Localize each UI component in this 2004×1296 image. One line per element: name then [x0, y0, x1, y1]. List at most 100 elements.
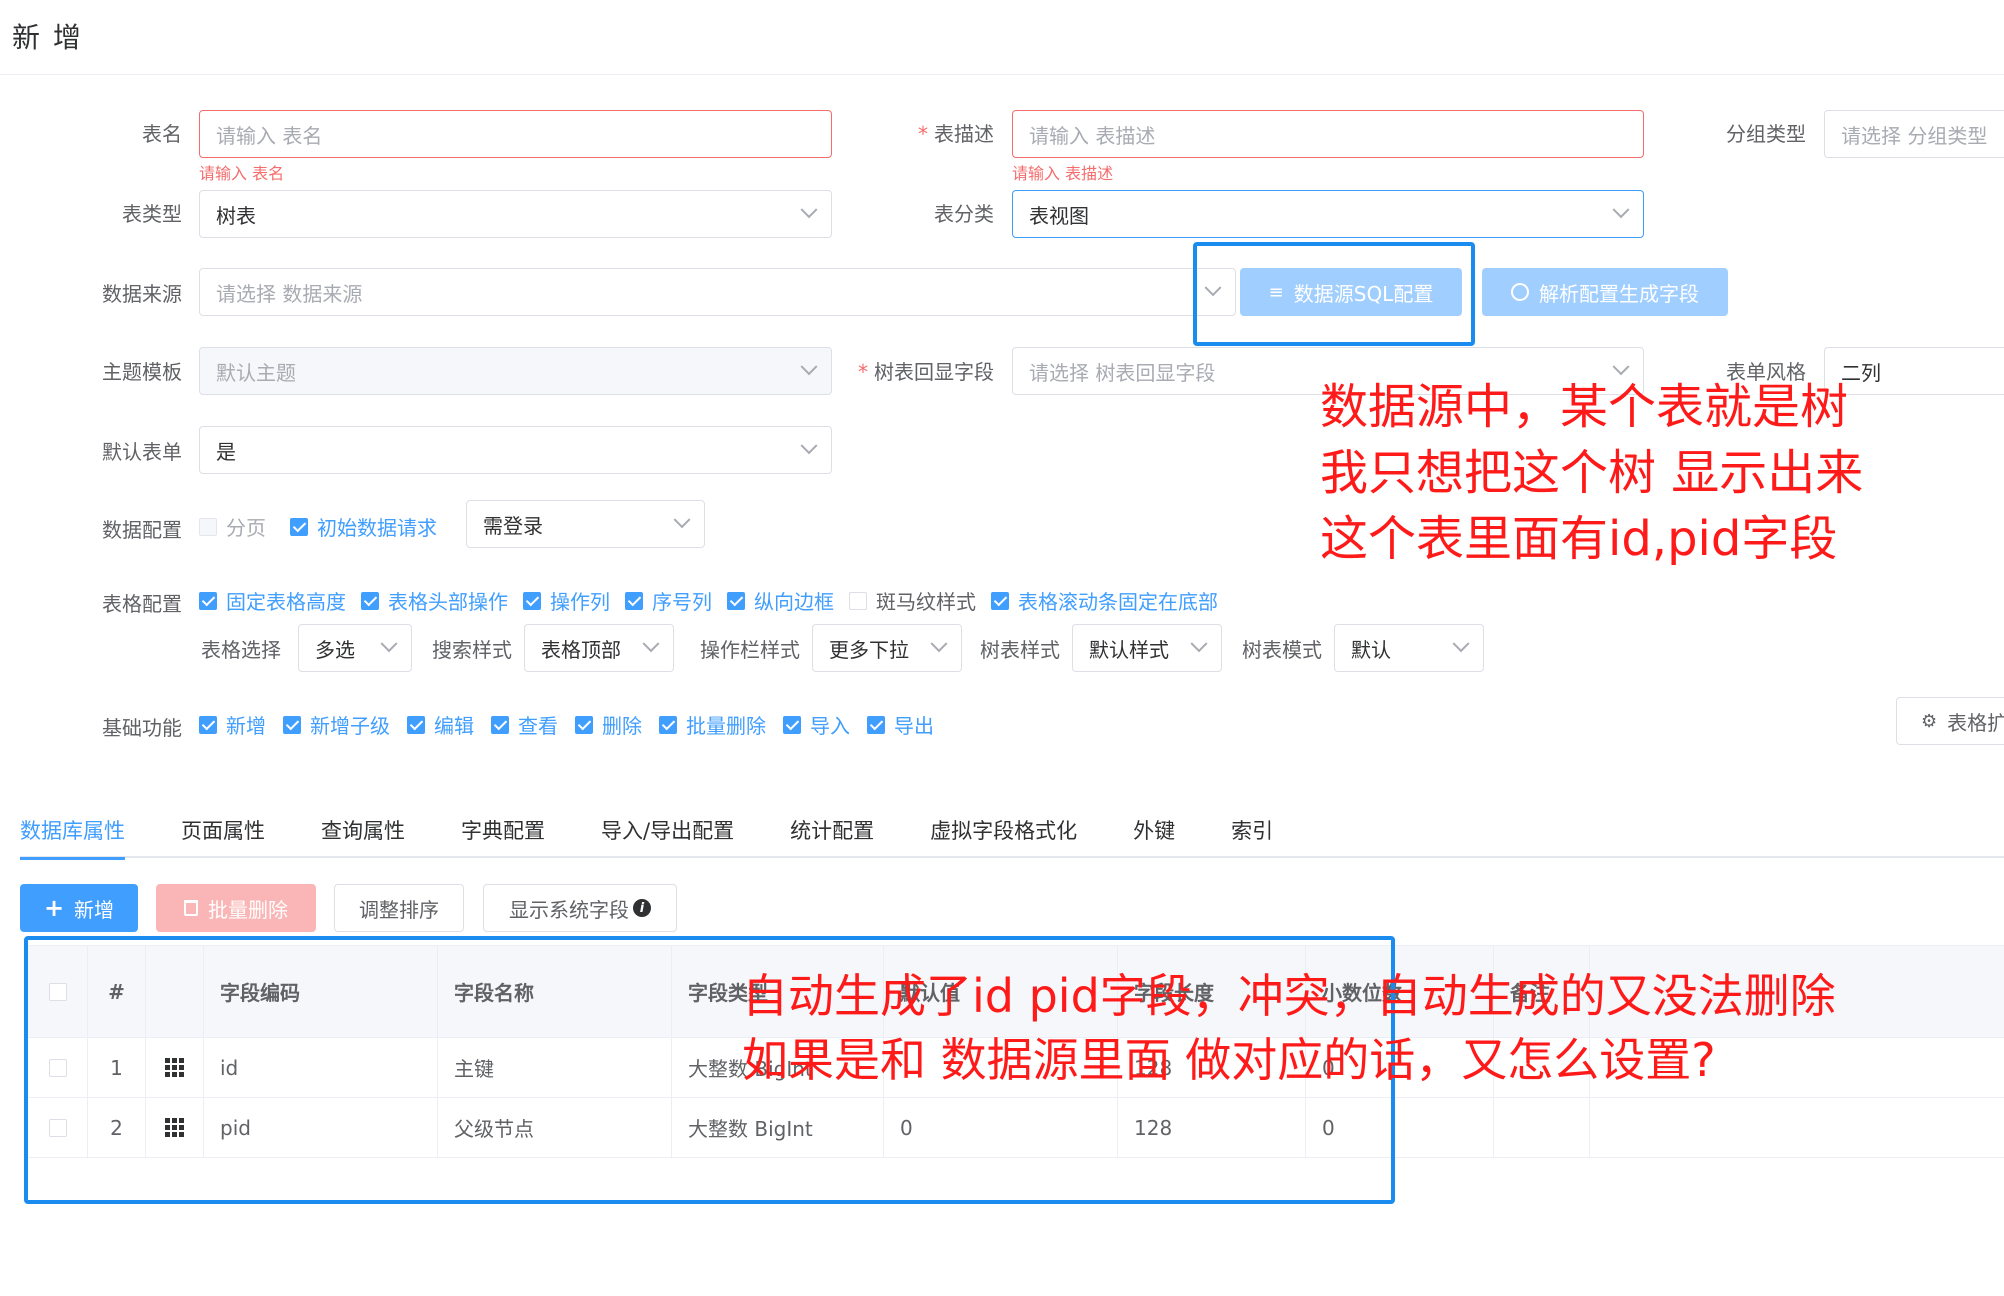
- row-index: 2: [88, 1098, 146, 1157]
- tree-style-select[interactable]: 默认样式: [1072, 624, 1222, 672]
- table-category-select[interactable]: 表视图: [1012, 190, 1644, 238]
- table-config-option-checkbox[interactable]: 表格滚动条固定在底部: [991, 586, 1218, 615]
- form-style-value: 二列: [1841, 360, 1881, 385]
- group-type-select[interactable]: 请选择 分组类型: [1824, 110, 2004, 158]
- parse-generate-button[interactable]: 解析配置生成字段: [1482, 268, 1728, 316]
- group-type-placeholder: 请选择 分组类型: [1841, 123, 1988, 148]
- field-table: # 字段编码 字段名称 字段类型 默认值 字段长度 小数位数 备注 1 id 主键 大整数 BigIn…: [28, 945, 2004, 1158]
- select-all-cell[interactable]: [28, 946, 88, 1037]
- checkbox-box: [199, 591, 217, 610]
- table-name-input[interactable]: 请输入 表名: [199, 110, 832, 158]
- tab-2[interactable]: 页面属性: [181, 812, 293, 858]
- drag-handle-icon[interactable]: [146, 1098, 204, 1157]
- chevron-down-icon: [642, 635, 660, 653]
- login-required-value: 需登录: [483, 513, 543, 538]
- select-all-checkbox[interactable]: [48, 982, 67, 1001]
- data-source-placeholder: 请选择 数据来源: [216, 281, 363, 306]
- tab-5[interactable]: 导入/导出配置: [601, 812, 762, 858]
- tab-9[interactable]: 索引: [1231, 812, 1301, 858]
- note-line: 这个表里面有id,pid字段: [1320, 511, 1838, 567]
- basic-function-option-checkbox[interactable]: 导出: [867, 710, 934, 739]
- field-type-cell: 大整数 BigInt: [672, 1038, 884, 1097]
- table-config-option-checkbox[interactable]: 操作列: [523, 586, 610, 615]
- table-config-option-checkbox[interactable]: 表格头部操作: [361, 586, 508, 615]
- table-header-row: # 字段编码 字段名称 字段类型 默认值 字段长度 小数位数 备注: [28, 946, 2004, 1038]
- row-checkbox[interactable]: [48, 1118, 67, 1137]
- search-style-value: 表格顶部: [541, 637, 621, 662]
- drag-handle-icon[interactable]: [146, 1038, 204, 1097]
- action-style-label: 操作栏样式: [700, 637, 800, 662]
- chevron-down-icon: [1612, 358, 1630, 376]
- basic-function-option-checkbox[interactable]: 批量删除: [659, 710, 766, 739]
- search-style-label: 搜索样式: [432, 637, 512, 662]
- table-config-option-checkbox[interactable]: 固定表格高度: [199, 586, 346, 615]
- basic-function-option-label: 批量删除: [686, 714, 766, 738]
- table-name-placeholder: 请输入 表名: [216, 123, 323, 148]
- list-search-icon: ≡: [1268, 281, 1284, 303]
- plus-icon: +: [43, 894, 65, 922]
- chevron-down-icon: [800, 358, 818, 376]
- table-type-select[interactable]: 树表: [199, 190, 832, 238]
- table-config-label: 表格配置: [102, 592, 182, 616]
- table-config-option-label: 表格头部操作: [388, 590, 508, 614]
- basic-function-option-checkbox[interactable]: 编辑: [407, 710, 474, 739]
- tab-1[interactable]: 数据库属性: [20, 812, 153, 860]
- sort-button[interactable]: 调整排序: [334, 884, 464, 932]
- pagination-label: 分页: [226, 516, 266, 540]
- action-style-select[interactable]: 更多下拉: [812, 624, 962, 672]
- tab-3[interactable]: 查询属性: [321, 812, 433, 858]
- table-ext-button[interactable]: ⚙ 表格扩: [1896, 697, 2004, 745]
- data-source-select[interactable]: 请选择 数据来源: [199, 268, 1236, 316]
- checkbox-box: [659, 715, 677, 734]
- show-system-fields-button[interactable]: 显示系统字段 i: [483, 884, 677, 932]
- tab-4[interactable]: 字典配置: [461, 812, 573, 858]
- checkbox-box: [361, 591, 379, 610]
- table-select-select[interactable]: 多选: [298, 624, 412, 672]
- table-config-option-label: 序号列: [652, 590, 712, 614]
- table-config-option-checkbox[interactable]: 序号列: [625, 586, 712, 615]
- tab-8[interactable]: 外键: [1133, 812, 1203, 858]
- table-config-option-label: 操作列: [550, 590, 610, 614]
- table-type-label: 表类型: [122, 202, 182, 226]
- page-title: 新 增: [12, 21, 83, 54]
- row-select-cell[interactable]: [28, 1098, 88, 1157]
- tab-6[interactable]: 统计配置: [790, 812, 902, 858]
- basic-function-option-label: 新增子级: [310, 714, 390, 738]
- login-required-select[interactable]: 需登录: [466, 500, 705, 548]
- basic-function-option-label: 新增: [226, 714, 266, 738]
- table-config-option-checkbox[interactable]: 纵向边框: [727, 586, 834, 615]
- table-category-label: 表分类: [934, 202, 994, 226]
- row-checkbox[interactable]: [48, 1058, 67, 1077]
- table-category-value: 表视图: [1029, 203, 1089, 228]
- table-row: 1 id 主键 大整数 BigInt 128 0: [28, 1038, 2004, 1098]
- search-style-select[interactable]: 表格顶部: [524, 624, 674, 672]
- field-default-cell: 0: [884, 1098, 1118, 1157]
- pagination-checkbox[interactable]: 分页: [199, 512, 266, 541]
- row-select-cell[interactable]: [28, 1038, 88, 1097]
- checkbox-box: [991, 591, 1009, 610]
- table-config-option-checkbox[interactable]: 斑马纹样式: [849, 586, 976, 615]
- basic-function-option-checkbox[interactable]: 新增子级: [283, 710, 390, 739]
- basic-function-options: 新增 新增子级 编辑 查看 删除 批量删除 导入 导出: [199, 710, 934, 739]
- column-header: 字段名称: [438, 946, 672, 1037]
- column-header: 字段长度: [1118, 946, 1306, 1037]
- tab-7[interactable]: 虚拟字段格式化: [930, 812, 1105, 858]
- drag-column-header: [146, 946, 204, 1037]
- basic-function-option-checkbox[interactable]: 查看: [491, 710, 558, 739]
- tree-display-field-select[interactable]: 请选择 树表回显字段: [1012, 347, 1644, 395]
- basic-function-option-label: 查看: [518, 714, 558, 738]
- basic-function-option-checkbox[interactable]: 删除: [575, 710, 642, 739]
- table-desc-input[interactable]: 请输入 表描述: [1012, 110, 1644, 158]
- init-request-checkbox[interactable]: 初始数据请求: [290, 512, 437, 541]
- chevron-down-icon: [1452, 635, 1470, 653]
- checkbox-box: [491, 715, 509, 734]
- default-form-select[interactable]: 是: [199, 426, 832, 474]
- sql-config-button[interactable]: ≡ 数据源SQL配置: [1240, 268, 1462, 316]
- form-style-select[interactable]: 二列: [1824, 347, 2004, 395]
- theme-template-select[interactable]: 默认主题: [199, 347, 832, 395]
- batch-delete-button[interactable]: 批量删除: [156, 884, 316, 932]
- basic-function-option-checkbox[interactable]: 导入: [783, 710, 850, 739]
- add-field-button[interactable]: + 新增: [20, 884, 138, 932]
- basic-function-option-checkbox[interactable]: 新增: [199, 710, 266, 739]
- tree-mode-select[interactable]: 默认: [1334, 624, 1484, 672]
